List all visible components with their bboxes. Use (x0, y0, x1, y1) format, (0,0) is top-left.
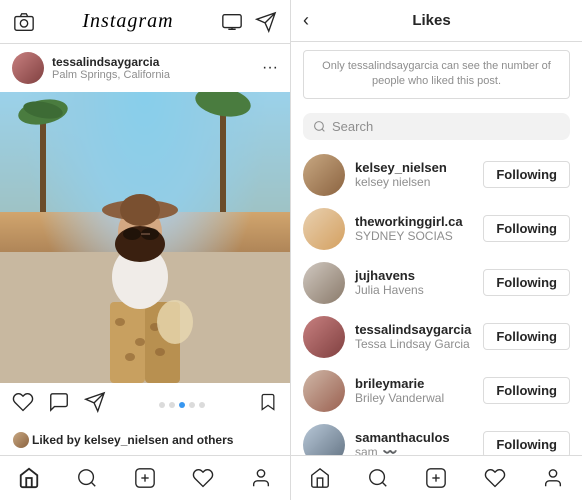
user-info: brileymarie Briley Vanderwal (355, 376, 473, 405)
display-name: kelsey nielsen (355, 175, 473, 189)
profile-username[interactable]: tessalindsaygarcia (52, 55, 254, 69)
avatar[interactable] (303, 154, 345, 196)
avatar[interactable] (303, 316, 345, 358)
more-options-icon[interactable]: ··· (262, 59, 278, 77)
user-info: tessalindsaygarcia Tessa Lindsay Garcia (355, 322, 473, 351)
avatar[interactable] (12, 52, 44, 84)
list-item: theworkinggirl.ca SYDNEY SOCIAS Followin… (291, 202, 582, 256)
tv-icon[interactable] (220, 10, 244, 34)
back-button[interactable]: ‹ (303, 10, 309, 31)
liked-user-avatar (12, 431, 30, 449)
dot-2 (169, 402, 175, 408)
carousel-dots (120, 402, 244, 408)
display-name: Tessa Lindsay Garcia (355, 337, 473, 351)
username[interactable]: samanthaculos (355, 430, 473, 445)
list-item: samanthaculos sam 〰️ Following (291, 418, 582, 455)
nav-heart-icon[interactable] (183, 464, 223, 492)
username[interactable]: jujhavens (355, 268, 473, 283)
list-item: jujhavens Julia Havens Following (291, 256, 582, 310)
list-item: tessalindsaygarcia Tessa Lindsay Garcia … (291, 310, 582, 364)
user-info: theworkinggirl.ca SYDNEY SOCIAS (355, 214, 473, 243)
following-button[interactable]: Following (483, 377, 570, 404)
bottom-nav (0, 455, 290, 500)
privacy-notice: Only tessalindsaygarcia can see the numb… (303, 50, 570, 99)
top-bar-right (220, 10, 278, 34)
display-name: Julia Havens (355, 283, 473, 297)
username[interactable]: theworkinggirl.ca (355, 214, 473, 229)
user-info: jujhavens Julia Havens (355, 268, 473, 297)
search-bar[interactable]: Search (303, 113, 570, 140)
list-item: kelsey_nielsen kelsey nielsen Following (291, 148, 582, 202)
comment-icon[interactable] (48, 391, 70, 419)
like-icon[interactable] (12, 391, 34, 419)
nav-search-icon[interactable] (67, 464, 107, 492)
dot-3 (179, 402, 185, 408)
share-icon[interactable] (84, 391, 106, 419)
search-input[interactable]: Search (332, 119, 373, 134)
dot-4 (189, 402, 195, 408)
top-bar: Instagram (0, 0, 290, 44)
liked-avatars (12, 431, 26, 449)
bookmark-icon[interactable] (258, 391, 278, 419)
paper-plane-icon[interactable] (254, 10, 278, 34)
display-name: sam 〰️ (355, 445, 473, 455)
likes-list: kelsey_nielsen kelsey nielsen Following … (291, 148, 582, 455)
likes-title: Likes (317, 12, 546, 29)
right-panel: ‹ Likes Only tessalindsaygarcia can see … (291, 0, 582, 500)
liked-username[interactable]: kelsey_nielsen (84, 433, 169, 447)
nav-profile-icon-right[interactable] (533, 464, 573, 492)
search-icon (313, 120, 326, 133)
following-button[interactable]: Following (483, 431, 570, 455)
post-image (0, 92, 290, 383)
nav-home-icon[interactable] (9, 464, 49, 492)
user-info: samanthaculos sam 〰️ (355, 430, 473, 455)
left-panel: Instagram tessalindsaygarcia Palm Spring… (0, 0, 291, 500)
nav-profile-icon[interactable] (241, 464, 281, 492)
username[interactable]: kelsey_nielsen (355, 160, 473, 175)
nav-add-icon-right[interactable] (416, 464, 456, 492)
following-button[interactable]: Following (483, 269, 570, 296)
action-bar (0, 383, 290, 427)
instagram-logo: Instagram (82, 10, 173, 33)
likes-header: ‹ Likes (291, 0, 582, 42)
avatar[interactable] (303, 262, 345, 304)
avatar[interactable] (303, 424, 345, 455)
user-info: kelsey_nielsen kelsey nielsen (355, 160, 473, 189)
likes-bar: Liked by kelsey_nielsen and others (0, 427, 290, 455)
dot-1 (159, 402, 165, 408)
right-bottom-nav (291, 455, 582, 500)
username[interactable]: tessalindsaygarcia (355, 322, 473, 337)
profile-info: tessalindsaygarcia Palm Springs, Califor… (52, 55, 254, 81)
avatar[interactable] (303, 370, 345, 412)
nav-heart-icon-right[interactable] (475, 464, 515, 492)
list-item: brileymarie Briley Vanderwal Following (291, 364, 582, 418)
following-button[interactable]: Following (483, 215, 570, 242)
nav-search-icon-right[interactable] (358, 464, 398, 492)
username[interactable]: brileymarie (355, 376, 473, 391)
avatar[interactable] (303, 208, 345, 250)
profile-location: Palm Springs, California (52, 69, 254, 81)
profile-header: tessalindsaygarcia Palm Springs, Califor… (0, 44, 290, 92)
display-name: SYDNEY SOCIAS (355, 229, 473, 243)
display-name: Briley Vanderwal (355, 391, 473, 405)
nav-home-icon-right[interactable] (300, 464, 340, 492)
camera-icon[interactable] (12, 10, 36, 34)
following-button[interactable]: Following (483, 161, 570, 188)
dot-5 (199, 402, 205, 408)
nav-add-icon[interactable] (125, 464, 165, 492)
liked-text: Liked by kelsey_nielsen and others (32, 433, 233, 447)
following-button[interactable]: Following (483, 323, 570, 350)
